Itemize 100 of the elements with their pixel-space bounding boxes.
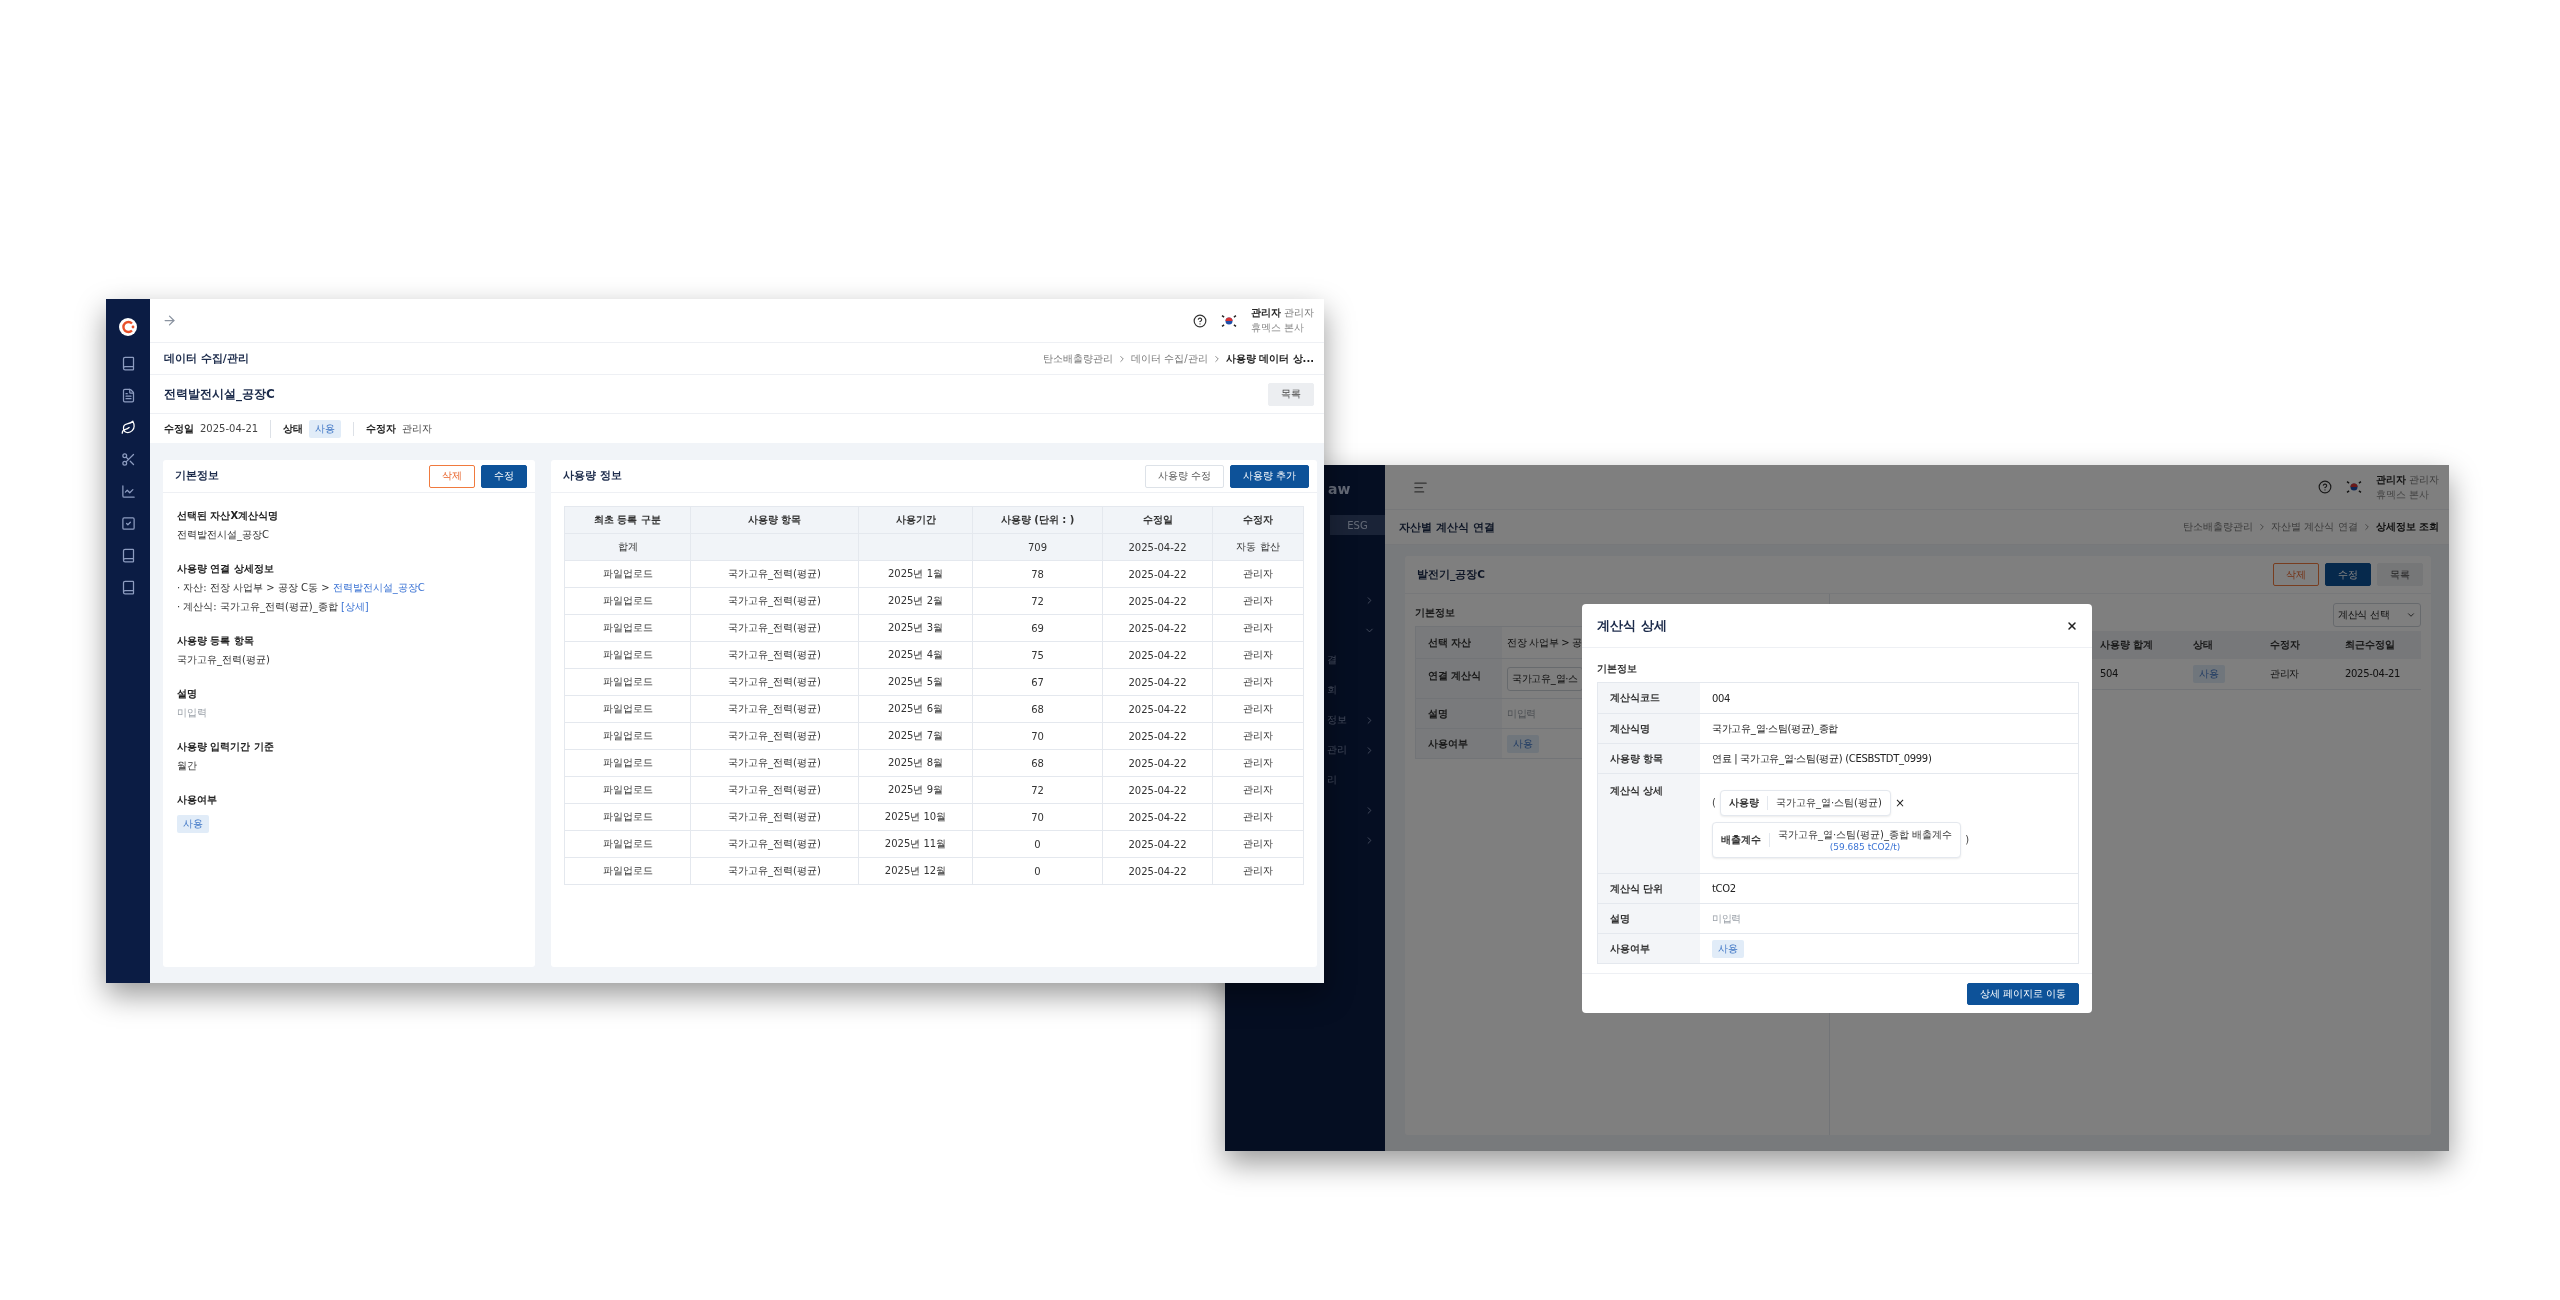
column-header: 사용량 항목 — [690, 506, 859, 534]
breadcrumb-item[interactable]: 탄소배출량관리 — [1043, 351, 1114, 366]
status-badge: 사용 — [177, 815, 209, 833]
page-title: 자산별 계산식 연결 — [1399, 519, 1495, 535]
field-label: 설명 — [177, 687, 198, 701]
table-cell: 관리자 — [1212, 560, 1304, 588]
table-cell: 2025-04-22 — [1102, 830, 1213, 858]
field-value: 미입력 — [1712, 911, 1742, 926]
table-cell: 2025-04-22 — [1102, 641, 1213, 669]
table-cell: 관리자 — [1212, 641, 1304, 669]
field-label: 선택 자산 — [1416, 627, 1502, 658]
arrow-right-icon[interactable] — [162, 313, 177, 328]
list-button[interactable]: 목록 — [1268, 382, 1314, 406]
field-value: 전장 사업부 > 공 — [1507, 635, 1582, 650]
breadcrumb-item[interactable]: 탄소배출량관리 — [2183, 520, 2254, 534]
action-button[interactable]: 사용량 추가 — [1229, 464, 1309, 488]
table-cell: 파일업로드 — [564, 641, 691, 669]
link[interactable]: 전력발전시설_공장C — [332, 582, 425, 593]
select-field[interactable]: 국가고유_열·스 — [1507, 666, 1583, 691]
action-button[interactable]: 삭제 — [2273, 563, 2319, 586]
flag-icon[interactable] — [2346, 480, 2362, 494]
table-cell: 72 — [972, 776, 1103, 804]
table-cell: 2025년 6월 — [858, 695, 973, 723]
field-label: 사용량 연결 상세정보 — [177, 562, 275, 576]
table-cell: 2025-04-22 — [1102, 695, 1213, 723]
table-cell: 2025년 5월 — [858, 668, 973, 696]
link[interactable]: [상세] — [340, 601, 369, 612]
detail-line: · 계산식: 국가고유_전력(평균)_종합 [상세] — [177, 600, 370, 614]
column-header: 사용량 (단위 : ) — [972, 506, 1103, 534]
table-cell: 합계 — [564, 533, 691, 561]
field-label: 사용여부 — [1416, 729, 1502, 758]
field-label: 사용량 입력기간 기준 — [177, 740, 275, 754]
column-header: 최근수정일 — [2337, 631, 2421, 659]
table-cell: 709 — [972, 533, 1103, 561]
table-cell: 파일업로드 — [564, 776, 691, 804]
field-label: 사용여부 — [1598, 934, 1700, 963]
nav-icon[interactable] — [120, 419, 136, 435]
table-cell: 국가고유_전력(평균) — [690, 857, 859, 885]
field-value: tCO2 — [1712, 883, 1736, 894]
table-cell: 2025년 10월 — [858, 803, 973, 831]
nav-icon[interactable] — [120, 579, 136, 595]
field-label: 연결 계산식 — [1416, 659, 1502, 698]
table-cell: 2025-04-22 — [1102, 803, 1213, 831]
user-role: 관리자 — [2409, 472, 2439, 487]
detail-page-button[interactable]: 상세 페이지로 이동 — [1966, 982, 2079, 1005]
table-cell: 67 — [972, 668, 1103, 696]
menu-icon[interactable] — [1413, 479, 1428, 495]
formula-select[interactable]: 계산식 선택 — [2333, 603, 2421, 627]
table-cell: 국가고유_전력(평균) — [690, 803, 859, 831]
table-cell: 관리자 — [1212, 695, 1304, 723]
breadcrumb-item[interactable]: 자산별 계산식 연결 — [2271, 520, 2358, 534]
table-cell: 2025년 11월 — [858, 830, 973, 858]
action-button[interactable]: 목록 — [2377, 563, 2423, 586]
table-cell: 국가고유_전력(평균) — [690, 587, 859, 615]
breadcrumb-item: 상세정보 조회 — [2375, 520, 2439, 534]
field-label: 계산식 상세 — [1598, 774, 1700, 873]
operator: × — [1894, 795, 1905, 810]
breadcrumb-item[interactable]: 데이터 수집/관리 — [1131, 351, 1208, 366]
section-title: 기본정보 — [1415, 606, 1456, 620]
table-cell: 2025-04-22 — [1102, 749, 1213, 777]
nav-icon[interactable] — [120, 387, 136, 403]
table-cell: 관리자 — [1212, 803, 1304, 831]
chip-note: (59.685 tCO2/t) — [1829, 841, 1901, 852]
modal-title: 계산식 상세 — [1597, 616, 1667, 635]
action-button[interactable]: 삭제 — [429, 464, 475, 488]
table-cell: 국가고유_전력(평균) — [690, 749, 859, 777]
table-cell: 2025년 2월 — [858, 587, 973, 615]
table-cell: 파일업로드 — [564, 749, 691, 777]
table-cell: 69 — [972, 614, 1103, 642]
chip-value: 국가고유_열·스팀(평균) — [1775, 795, 1882, 810]
table-cell: 68 — [972, 695, 1103, 723]
field-label: 사용량 등록 항목 — [177, 634, 255, 648]
nav-icon[interactable] — [120, 451, 136, 467]
table-cell: 2025년 9월 — [858, 776, 973, 804]
field-value: 004 — [1712, 692, 1731, 704]
action-button[interactable]: 수정 — [2325, 563, 2371, 586]
flag-icon[interactable] — [1221, 313, 1237, 328]
table-cell: 2025년 4월 — [858, 641, 973, 669]
section-title: 기본정보 — [1597, 662, 1638, 676]
table-cell: 2025년 8월 — [858, 749, 973, 777]
table-cell: 관리자 — [1212, 722, 1304, 750]
table-cell: 국가고유_전력(평균) — [690, 722, 859, 750]
nav-icon[interactable] — [120, 355, 136, 371]
action-button[interactable]: 사용량 수정 — [1144, 464, 1224, 488]
table-cell: 파일업로드 — [564, 668, 691, 696]
table-cell: 72 — [972, 587, 1103, 615]
action-button[interactable]: 수정 — [481, 464, 527, 488]
table-cell: 파일업로드 — [564, 722, 691, 750]
table-cell: 관리자 — [2270, 667, 2300, 679]
help-icon[interactable] — [1193, 313, 1207, 328]
table-cell: 파일업로드 — [564, 857, 691, 885]
table-cell: 2025년 3월 — [858, 614, 973, 642]
sidebar-tab[interactable]: ESG — [1330, 515, 1385, 535]
close-button[interactable] — [2066, 619, 2078, 632]
table-cell: 관리자 — [1212, 749, 1304, 777]
table-cell: 504 — [2100, 668, 2119, 680]
column-header: 수정자 — [1212, 506, 1304, 534]
table-cell: 2025-04-22 — [1102, 722, 1213, 750]
table-cell: 78 — [972, 560, 1103, 588]
nav-icon[interactable] — [120, 547, 136, 563]
